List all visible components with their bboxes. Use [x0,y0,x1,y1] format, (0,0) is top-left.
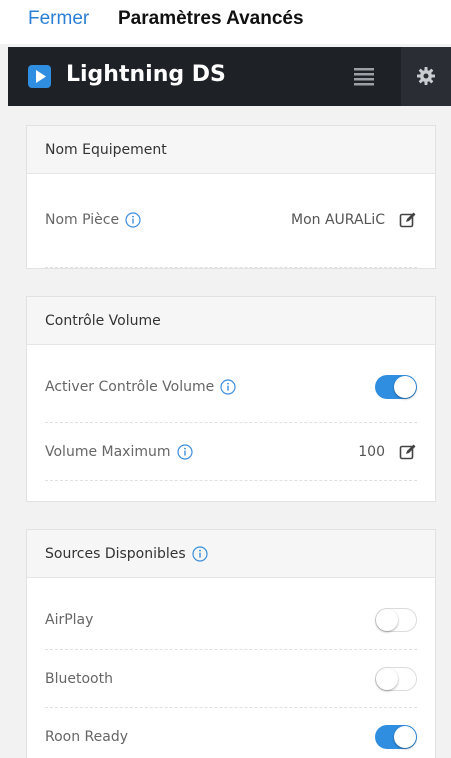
menu-icon[interactable] [354,66,376,86]
app-header: Lightning DS [8,47,451,106]
edit-icon[interactable] [399,211,417,229]
close-button[interactable]: Fermer [28,8,89,30]
sources-card: Sources Disponibles AirPlay Bluetooth Ro… [26,529,436,758]
device-name-card: Nom Equipement Nom Pièce Mon AURALiC [26,125,436,269]
room-name-row: Nom Pièce Mon AURALiC [45,174,417,268]
info-icon[interactable] [176,443,193,460]
source-row-bluetooth: Bluetooth [45,650,417,708]
source-label: AirPlay [45,611,94,628]
bluetooth-toggle[interactable] [375,666,417,691]
room-name-label: Nom Pièce [45,211,120,228]
device-title: Lightning DS [66,62,226,87]
enable-volume-row: Activer Contrôle Volume [45,345,417,423]
volume-control-header: Contrôle Volume [27,297,435,345]
play-logo-icon [28,65,51,88]
source-row-roon-ready: Roon Ready [45,708,417,758]
volume-control-toggle[interactable] [375,374,417,399]
roon-ready-toggle[interactable] [375,725,417,749]
info-icon[interactable] [192,545,208,562]
gear-icon [417,67,435,85]
edit-icon[interactable] [399,443,417,461]
volume-control-card: Contrôle Volume Activer Contrôle Volume … [26,296,436,502]
device-name-header: Nom Equipement [27,126,435,174]
max-volume-label: Volume Maximum [45,443,171,460]
info-icon[interactable] [220,378,236,395]
info-icon[interactable] [125,211,141,228]
room-name-value: Mon AURALiC [291,211,385,228]
source-row-airplay: AirPlay [45,578,417,650]
airplay-toggle[interactable] [375,607,417,632]
page-title: Paramètres Avancés [118,8,304,29]
enable-volume-label: Activer Contrôle Volume [45,378,215,395]
source-label: Roon Ready [45,729,129,745]
source-label: Bluetooth [45,670,113,687]
max-volume-row: Volume Maximum 100 [45,423,417,481]
settings-content: Nom Equipement Nom Pièce Mon AURALiC Con… [8,106,451,758]
top-navigation-bar: Fermer Paramètres Avancés [0,0,451,44]
settings-button[interactable] [401,47,451,106]
sources-header: Sources Disponibles [27,530,435,578]
max-volume-value: 100 [358,443,385,460]
